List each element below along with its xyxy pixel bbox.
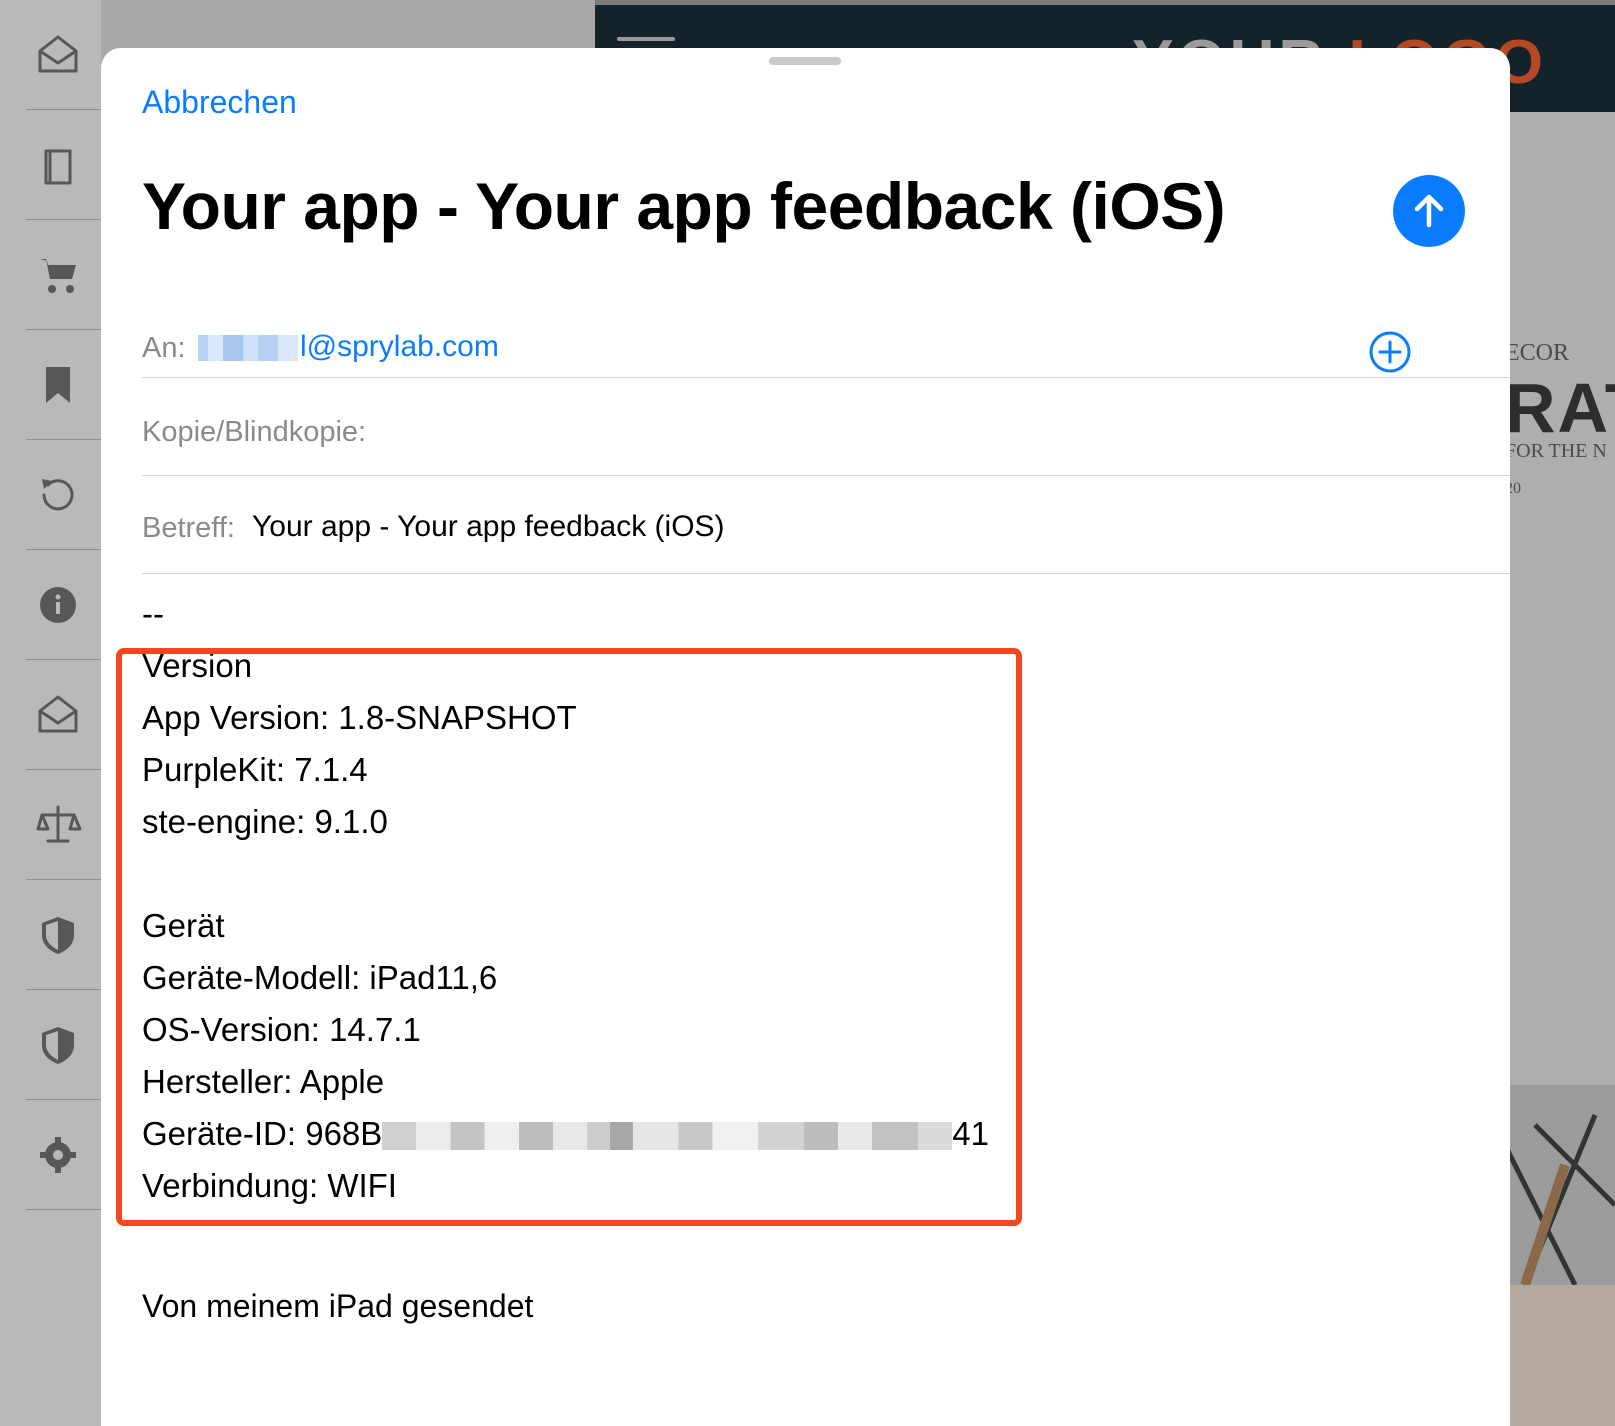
sidebar-item-legal[interactable] [26,770,101,880]
scale-icon [36,805,82,842]
sidebar-item-inbox[interactable] [26,0,101,110]
book-icon [44,149,72,184]
redacted-text [198,335,298,362]
mail-signature: Von meinem iPad gesendet [142,1288,534,1324]
inbox-icon [38,35,78,72]
refresh-icon [42,478,74,510]
cancel-button[interactable]: Abbrechen [142,84,297,121]
hero-text-3: FOR THE N [1505,440,1607,462]
sheet-grabber[interactable] [769,57,841,65]
body-separator: -- [142,595,164,632]
cc-bcc-label: Kopie/Blindkopie: [142,416,367,448]
arrow-up-icon [1414,194,1444,228]
app-sidebar [0,0,101,1426]
recipient-address[interactable]: l@sprylab.com [198,330,499,364]
sidebar-item-security[interactable] [26,990,101,1100]
menu-icon[interactable] [617,37,675,41]
screen: YOUR LOGO ECOR RATI FOR THE N 20 Abbrech… [0,0,1615,1426]
sidebar-item-bookmark[interactable] [26,330,101,440]
sidebar-item-cart[interactable] [26,220,101,330]
bookmark-icon [46,366,70,403]
hero-text-1: ECOR [1505,340,1570,366]
cart-icon [40,258,76,293]
highlight-box [116,648,1022,1226]
mail-open-icon [38,695,78,732]
compose-title: Your app - Your app feedback (iOS) [142,169,1226,243]
sidebar-item-book[interactable] [26,110,101,220]
sidebar-item-privacy[interactable] [26,880,101,990]
subject-field[interactable]: Betreff: Your app - Your app feedback (i… [142,476,1510,574]
shield-icon [42,916,74,954]
shield-icon [42,1026,74,1064]
subject-label: Betreff: [142,512,235,544]
cc-bcc-field[interactable]: Kopie/Blindkopie: [142,378,1510,476]
sidebar-item-mail[interactable] [26,660,101,770]
subject-value[interactable]: Your app - Your app feedback (iOS) [252,510,725,544]
sidebar-item-refresh[interactable] [26,440,101,550]
floor-image [1505,1285,1615,1426]
plus-circle-icon[interactable] [1368,330,1412,374]
hero-text-2: RATI [1505,369,1615,447]
sidebar-item-settings[interactable] [26,1100,101,1210]
chair-image [1502,1085,1615,1287]
info-icon [40,586,76,623]
gear-icon [40,1136,76,1173]
sidebar-item-info[interactable] [26,550,101,660]
to-field[interactable]: An: l@sprylab.com [142,280,1510,378]
to-label: An: [142,332,186,364]
send-button[interactable] [1393,175,1465,247]
